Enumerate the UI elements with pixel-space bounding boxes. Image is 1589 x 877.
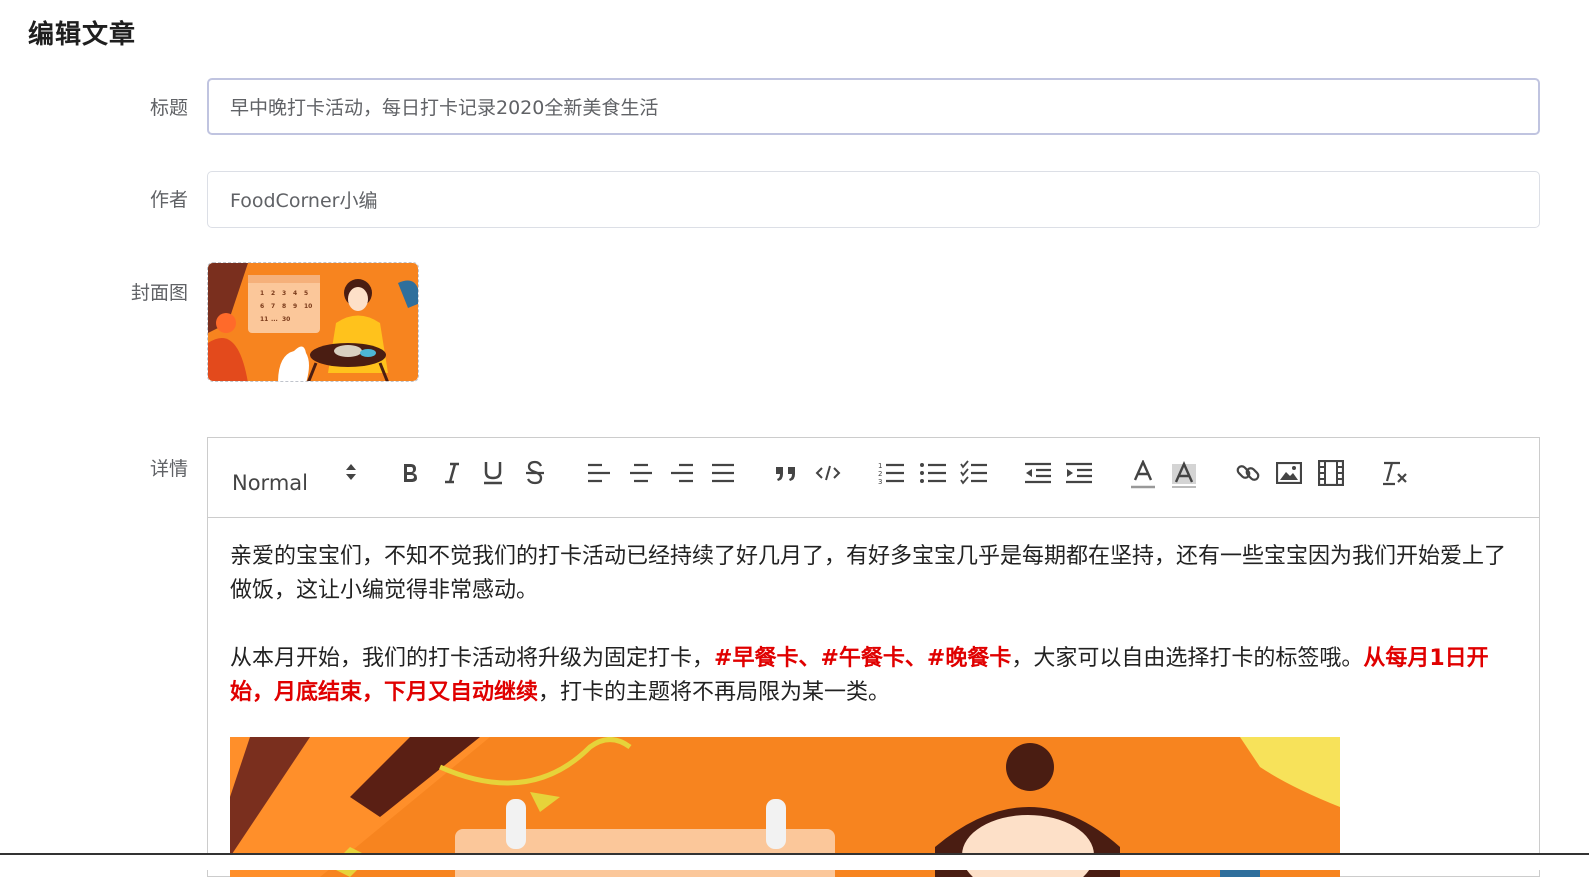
title-input[interactable] (207, 78, 1540, 135)
detail-label: 详情 (149, 458, 188, 480)
background-color-icon[interactable] (1170, 460, 1198, 490)
image-icon[interactable] (1275, 458, 1303, 488)
calendar-day-2: 2 (271, 290, 275, 297)
calendar-day-3: 3 (282, 290, 286, 297)
rules-text-c: ，大家可以自由选择打卡的标签哦。 (1011, 646, 1364, 671)
svg-text:3: 3 (878, 478, 882, 486)
editor-content[interactable]: 亲爱的宝宝们，不知不觉我们的打卡活动已经持续了好几月了，有好多宝宝几乎是每期都在… (208, 518, 1539, 710)
author-input[interactable] (207, 171, 1540, 228)
bullet-list-icon[interactable] (919, 458, 947, 488)
calendar-day-5: 5 (304, 290, 308, 297)
calendar-day-10: 10 (304, 303, 312, 310)
underline-icon[interactable] (481, 458, 505, 488)
rules-text-a: 从本月开始，我们的打卡活动将升级为固定打卡， (230, 646, 715, 671)
bottom-edge (0, 853, 1589, 870)
align-left-icon[interactable] (586, 458, 612, 488)
calendar-day-8: 8 (282, 303, 286, 310)
author-label: 作者 (149, 189, 188, 211)
title-label: 标题 (149, 97, 188, 119)
cover-illustration: 1 2 3 4 5 6 7 8 9 10 11 ... 30 (208, 263, 418, 381)
indent-decrease-icon[interactable] (1024, 458, 1052, 488)
align-justify-icon[interactable] (710, 458, 736, 488)
header-select[interactable]: Normal (226, 464, 360, 498)
bold-icon[interactable] (398, 458, 422, 488)
check-list-icon[interactable] (960, 458, 988, 488)
calendar-day-7: 7 (271, 303, 275, 310)
blockquote-icon[interactable] (773, 458, 799, 488)
rules-text-e: ，打卡的主题将不再局限为某一类。 (538, 680, 891, 705)
calendar-day-6: 6 (260, 303, 264, 310)
page-title: 编辑文章 (28, 20, 137, 50)
code-block-icon[interactable] (814, 458, 842, 488)
svg-text:1: 1 (878, 462, 882, 470)
font-color-icon[interactable] (1129, 460, 1157, 490)
video-icon[interactable] (1317, 458, 1345, 488)
calendar-day-1: 1 (260, 290, 264, 297)
rules-tags: #早餐卡、#午餐卡、#晚餐卡 (714, 646, 1012, 671)
cover-image-upload[interactable]: 1 2 3 4 5 6 7 8 9 10 11 ... 30 (207, 262, 419, 382)
paragraph-rules: 从本月开始，我们的打卡活动将升级为固定打卡，#早餐卡、#午餐卡、#晚餐卡，大家可… (230, 642, 1517, 710)
calendar-day-9: 9 (293, 303, 297, 310)
editor-toolbar: Normal 1 2 3 (208, 438, 1539, 518)
select-arrows-icon (344, 460, 358, 489)
calendar-day-30: 30 (282, 316, 290, 323)
rich-text-editor[interactable]: Normal 1 2 3 亲爱的宝宝们，不知不觉我们的打卡活动已经持续了好几月了… (207, 437, 1540, 877)
svg-text:2: 2 (878, 470, 882, 478)
link-icon[interactable] (1234, 458, 1262, 488)
indent-increase-icon[interactable] (1065, 458, 1093, 488)
italic-icon[interactable] (440, 458, 464, 488)
clean-format-icon[interactable] (1381, 458, 1409, 488)
calendar-day-4: 4 (293, 290, 297, 297)
align-right-icon[interactable] (669, 458, 695, 488)
calendar-ellipsis: ... (271, 316, 278, 323)
align-center-icon[interactable] (628, 458, 654, 488)
header-select-value: Normal (232, 471, 308, 495)
ordered-list-icon[interactable]: 123 (877, 458, 905, 488)
strike-icon[interactable] (523, 458, 547, 488)
cover-label: 封面图 (130, 282, 188, 304)
calendar-day-11: 11 (260, 316, 268, 323)
paragraph-intro: 亲爱的宝宝们，不知不觉我们的打卡活动已经持续了好几月了，有好多宝宝几乎是每期都在… (230, 544, 1507, 603)
